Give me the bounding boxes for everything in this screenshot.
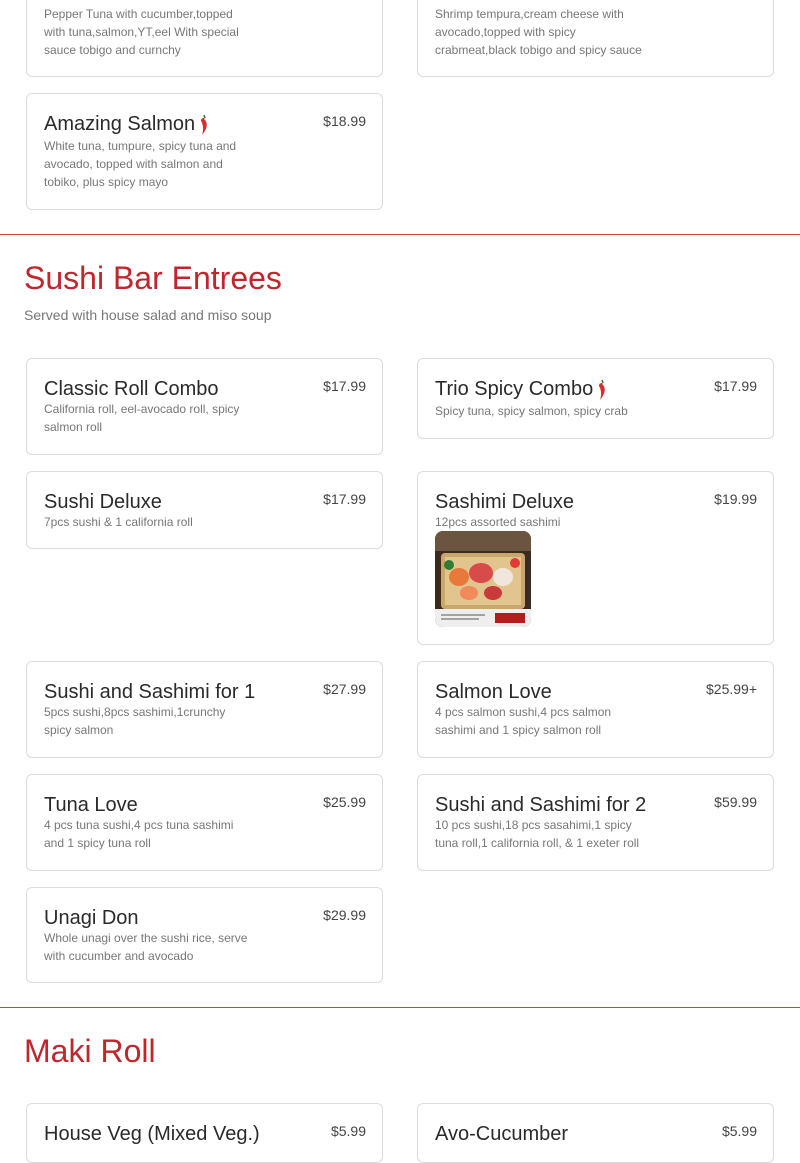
item-name: Sushi and Sashimi for 2	[435, 794, 647, 816]
item-name-text: Amazing Salmon	[44, 113, 196, 135]
chili-pepper-icon	[599, 379, 605, 400]
item-price: $25.99	[323, 794, 366, 810]
item-photo[interactable]	[435, 531, 531, 627]
item-name: Unagi Don	[44, 907, 139, 929]
item-price: $25.99+	[706, 681, 757, 697]
item-description: 7pcs sushi & 1 california roll	[44, 515, 193, 529]
item-price: $17.99	[323, 378, 366, 394]
item-description: White tuna, tumpure, spicy tuna and avoc…	[44, 139, 237, 189]
item-description: California roll, eel-avocado roll, spicy…	[44, 402, 240, 434]
item-name: Classic Roll Combo	[44, 378, 219, 400]
sashimi-platter-image	[435, 531, 531, 627]
section-subtitle: Served with house salad and miso soup	[24, 307, 272, 323]
section-divider	[0, 234, 800, 235]
item-name: House Veg (Mixed Veg.)	[44, 1123, 260, 1145]
item-price: $5.99	[330, 1123, 366, 1139]
item-name: Sushi and Sashimi for 1	[44, 681, 256, 703]
item-name: Salmon Love	[435, 681, 552, 703]
item-name: Trio Spicy Combo	[435, 377, 608, 401]
item-description: Spicy tuna, spicy salmon, spicy crab	[435, 404, 628, 418]
menu-item-card[interactable]: Tuna Love $25.99 4 pcs tuna sushi,4 pcs …	[26, 774, 383, 871]
menu-item-card[interactable]: Shrimp tempura,cream cheese with avocado…	[417, 0, 774, 77]
menu-item-card[interactable]: House Veg (Mixed Veg.) $5.99	[26, 1103, 383, 1163]
item-name: Sushi Deluxe	[44, 491, 162, 513]
item-description: 10 pcs sushi,18 pcs sasahimi,1 spicy tun…	[435, 818, 640, 850]
item-description: 12pcs assorted sashimi	[435, 515, 561, 529]
item-name: Tuna Love	[44, 794, 138, 816]
menu-item-card[interactable]: Sushi Deluxe $17.99 7pcs sushi & 1 calif…	[26, 471, 383, 549]
item-description: 4 pcs tuna sushi,4 pcs tuna sashimi and …	[44, 818, 234, 850]
menu-item-card[interactable]: Amazing Salmon $18.99 White tuna, tumpur…	[26, 93, 383, 210]
section-title: Maki Roll	[24, 1033, 156, 1069]
item-price: $59.99	[714, 794, 757, 810]
section-divider	[0, 1007, 800, 1008]
item-price: $29.99	[323, 907, 366, 923]
item-price: $19.99	[714, 491, 757, 507]
menu-item-card[interactable]: Unagi Don $29.99 Whole unagi over the su…	[26, 887, 383, 983]
menu-item-card[interactable]: Sashimi Deluxe $19.99 12pcs assorted sas…	[417, 471, 774, 645]
item-description: 4 pcs salmon sushi,4 pcs salmon sashimi …	[435, 705, 612, 737]
menu-item-card[interactable]: Trio Spicy Combo $17.99 Spicy tuna, spic…	[417, 358, 774, 439]
item-name-text: Trio Spicy Combo	[435, 378, 594, 400]
menu-item-card[interactable]: Classic Roll Combo $17.99 California rol…	[26, 358, 383, 455]
menu-item-card[interactable]: Salmon Love $25.99+ 4 pcs salmon sushi,4…	[417, 661, 774, 758]
menu-item-card[interactable]: Sushi and Sashimi for 2 $59.99 10 pcs su…	[417, 774, 774, 871]
item-description: 5pcs sushi,8pcs sashimi,1crunchy spicy s…	[44, 705, 226, 737]
menu-item-card[interactable]: Pepper Tuna with cucumber,topped with tu…	[26, 0, 383, 77]
item-price: $18.99	[323, 113, 366, 129]
item-description: Whole unagi over the sushi rice, serve w…	[44, 931, 248, 963]
menu-item-card[interactable]: Sushi and Sashimi for 1 $27.99 5pcs sush…	[26, 661, 383, 758]
item-description: Shrimp tempura,cream cheese with avocado…	[435, 7, 642, 57]
item-price: $27.99	[323, 681, 366, 697]
item-description: Pepper Tuna with cucumber,topped with tu…	[44, 7, 239, 57]
item-name: Amazing Salmon	[44, 112, 210, 136]
item-name: Avo-Cucumber	[435, 1123, 569, 1145]
section-title: Sushi Bar Entrees	[24, 260, 282, 296]
item-price: $17.99	[323, 491, 366, 507]
item-price: $5.99	[721, 1123, 757, 1139]
menu-item-card[interactable]: Avo-Cucumber $5.99	[417, 1103, 774, 1163]
item-price: $17.99	[714, 378, 757, 394]
chili-pepper-icon	[201, 114, 207, 135]
item-name: Sashimi Deluxe	[435, 491, 574, 513]
